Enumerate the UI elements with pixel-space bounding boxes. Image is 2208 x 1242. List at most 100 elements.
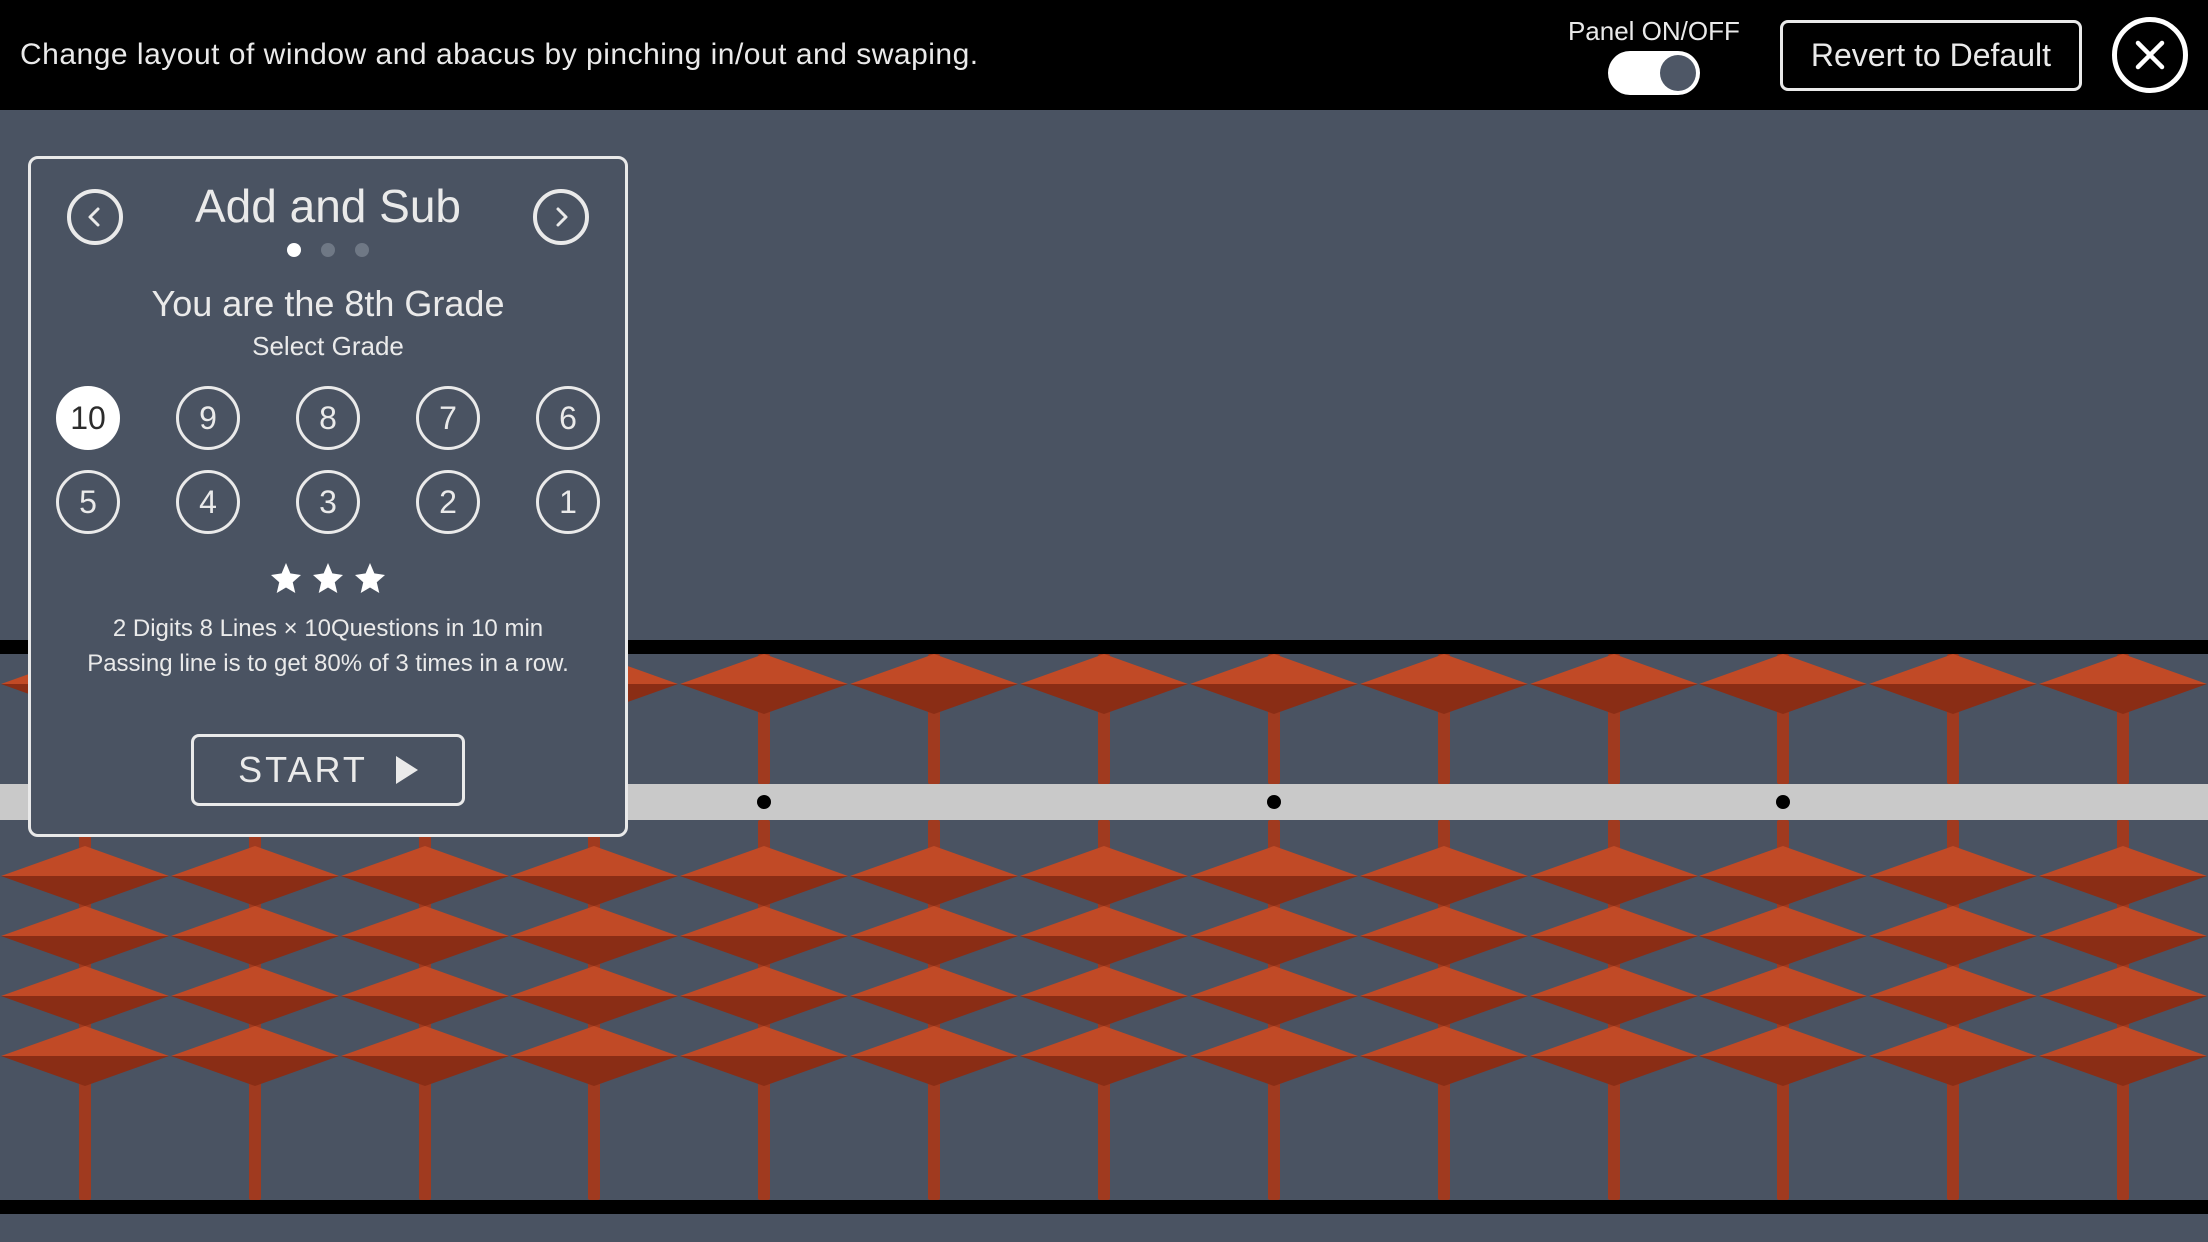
abacus-column[interactable] xyxy=(1360,654,1528,714)
abacus-bead[interactable] xyxy=(1869,846,2037,906)
abacus-bead[interactable] xyxy=(341,846,509,906)
abacus-bead[interactable] xyxy=(1530,906,1698,966)
abacus-column[interactable] xyxy=(850,654,1018,714)
abacus-bead[interactable] xyxy=(1190,1026,1358,1086)
abacus-bead[interactable] xyxy=(171,1026,339,1086)
abacus-bead[interactable] xyxy=(2039,966,2207,1026)
abacus-column[interactable] xyxy=(1360,846,1528,1086)
panel-toggle[interactable] xyxy=(1608,51,1700,95)
page-dot[interactable] xyxy=(321,243,335,257)
abacus-bead[interactable] xyxy=(171,906,339,966)
abacus-column[interactable] xyxy=(680,654,848,714)
abacus-column[interactable] xyxy=(1869,846,2037,1086)
revert-to-default-button[interactable]: Revert to Default xyxy=(1780,20,2082,91)
abacus-bead[interactable] xyxy=(171,966,339,1026)
abacus-bead[interactable] xyxy=(1360,1026,1528,1086)
abacus-column[interactable] xyxy=(171,846,339,1086)
abacus-column[interactable] xyxy=(1,846,169,1086)
abacus-bead[interactable] xyxy=(341,906,509,966)
abacus-bead[interactable] xyxy=(1360,906,1528,966)
grade-button-9[interactable]: 9 xyxy=(176,386,240,450)
abacus-bead[interactable] xyxy=(1190,966,1358,1026)
close-button[interactable] xyxy=(2112,17,2188,93)
grade-button-4[interactable]: 4 xyxy=(176,470,240,534)
abacus-bead[interactable] xyxy=(1699,906,1867,966)
abacus-column[interactable] xyxy=(2039,846,2207,1086)
abacus-bead[interactable] xyxy=(1869,654,2037,714)
grade-button-1[interactable]: 1 xyxy=(536,470,600,534)
abacus-bead[interactable] xyxy=(850,846,1018,906)
abacus-bead[interactable] xyxy=(680,846,848,906)
grade-button-2[interactable]: 2 xyxy=(416,470,480,534)
abacus-bead[interactable] xyxy=(850,966,1018,1026)
abacus-bead[interactable] xyxy=(680,1026,848,1086)
page-dot[interactable] xyxy=(355,243,369,257)
abacus-column[interactable] xyxy=(680,846,848,1086)
prev-mode-button[interactable] xyxy=(67,189,123,245)
start-button[interactable]: START xyxy=(191,734,465,806)
abacus-bead[interactable] xyxy=(680,906,848,966)
abacus-bead[interactable] xyxy=(1190,906,1358,966)
abacus-bead[interactable] xyxy=(1020,846,1188,906)
abacus-column[interactable] xyxy=(1869,654,2037,714)
abacus-bead[interactable] xyxy=(341,966,509,1026)
grade-button-10[interactable]: 10 xyxy=(56,386,120,450)
abacus-bead[interactable] xyxy=(1,1026,169,1086)
abacus-bead[interactable] xyxy=(2039,654,2207,714)
abacus-column[interactable] xyxy=(341,846,509,1086)
abacus-column[interactable] xyxy=(2039,654,2207,714)
abacus-bead[interactable] xyxy=(341,1026,509,1086)
abacus-bead[interactable] xyxy=(1869,1026,2037,1086)
abacus-bead[interactable] xyxy=(1530,654,1698,714)
abacus-bead[interactable] xyxy=(1530,1026,1698,1086)
grade-button-7[interactable]: 7 xyxy=(416,386,480,450)
next-mode-button[interactable] xyxy=(533,189,589,245)
abacus-bead[interactable] xyxy=(680,654,848,714)
abacus-bead[interactable] xyxy=(1020,654,1188,714)
abacus-column[interactable] xyxy=(1190,654,1358,714)
abacus-bead[interactable] xyxy=(850,906,1018,966)
abacus-column[interactable] xyxy=(1190,846,1358,1086)
abacus-bead[interactable] xyxy=(1190,846,1358,906)
abacus-bead[interactable] xyxy=(2039,906,2207,966)
abacus-bead[interactable] xyxy=(1,906,169,966)
abacus-bead[interactable] xyxy=(1020,906,1188,966)
abacus-bead[interactable] xyxy=(1360,846,1528,906)
abacus-bead[interactable] xyxy=(1869,966,2037,1026)
abacus-bead[interactable] xyxy=(1190,654,1358,714)
abacus-bead[interactable] xyxy=(1699,966,1867,1026)
abacus-bead[interactable] xyxy=(1360,966,1528,1026)
abacus-bead[interactable] xyxy=(510,966,678,1026)
abacus-bead[interactable] xyxy=(171,846,339,906)
abacus-column[interactable] xyxy=(1699,846,1867,1086)
abacus-bead[interactable] xyxy=(510,846,678,906)
abacus-column[interactable] xyxy=(1699,654,1867,714)
grade-button-6[interactable]: 6 xyxy=(536,386,600,450)
abacus-bead[interactable] xyxy=(2039,846,2207,906)
abacus-bead[interactable] xyxy=(510,1026,678,1086)
page-dot[interactable] xyxy=(287,243,301,257)
abacus-column[interactable] xyxy=(1530,654,1698,714)
abacus-column[interactable] xyxy=(850,846,1018,1086)
abacus-bead[interactable] xyxy=(1020,966,1188,1026)
abacus-bead[interactable] xyxy=(1699,1026,1867,1086)
abacus-bead[interactable] xyxy=(510,906,678,966)
abacus-bead[interactable] xyxy=(850,1026,1018,1086)
abacus-bead[interactable] xyxy=(1530,846,1698,906)
abacus-column[interactable] xyxy=(1020,846,1188,1086)
abacus-bead[interactable] xyxy=(1,846,169,906)
abacus-column[interactable] xyxy=(1530,846,1698,1086)
abacus-column[interactable] xyxy=(1020,654,1188,714)
grade-button-3[interactable]: 3 xyxy=(296,470,360,534)
abacus-bead[interactable] xyxy=(1530,966,1698,1026)
abacus-bead[interactable] xyxy=(1869,906,2037,966)
abacus-column[interactable] xyxy=(510,846,678,1086)
abacus-bead[interactable] xyxy=(2039,1026,2207,1086)
abacus-bead[interactable] xyxy=(850,654,1018,714)
abacus-bead[interactable] xyxy=(1360,654,1528,714)
abacus-bead[interactable] xyxy=(1020,1026,1188,1086)
abacus-bead[interactable] xyxy=(680,966,848,1026)
abacus-bead[interactable] xyxy=(1,966,169,1026)
grade-button-8[interactable]: 8 xyxy=(296,386,360,450)
abacus-bead[interactable] xyxy=(1699,654,1867,714)
